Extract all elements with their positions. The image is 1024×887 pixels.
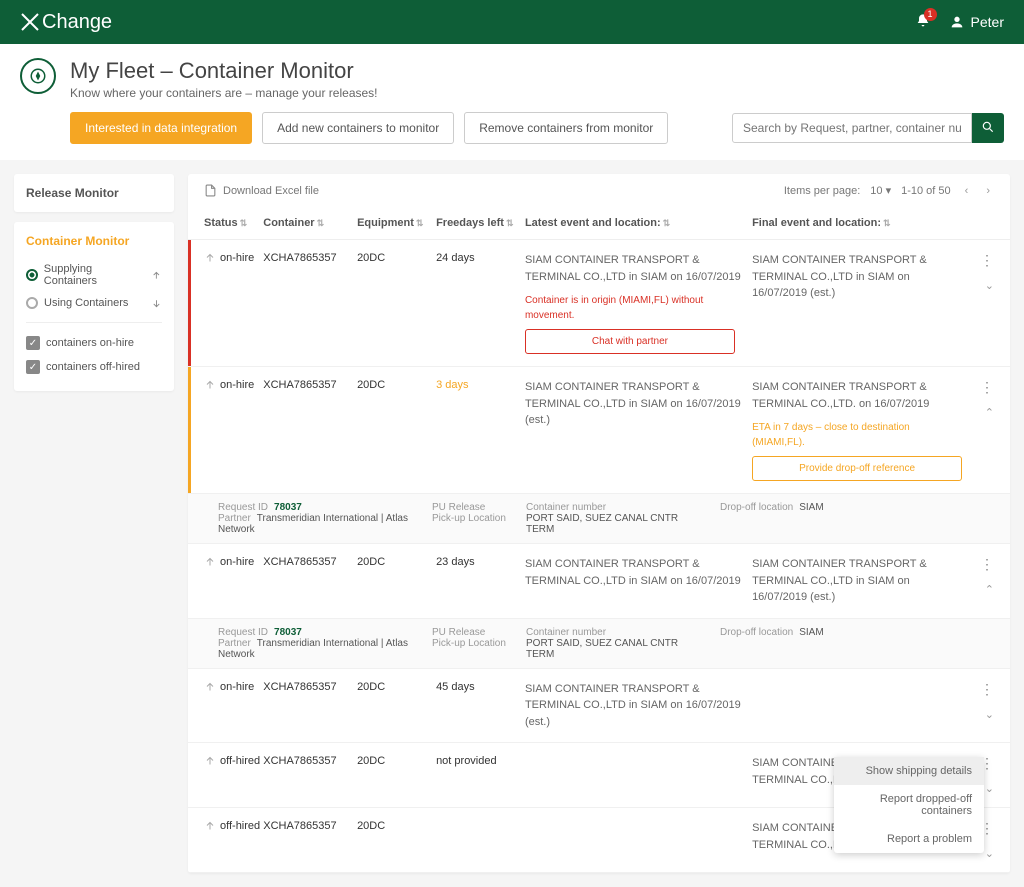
final-event-cell: SIAM CONTAINER TRANSPORT & TERMINAL CO.,… (752, 556, 964, 606)
expand-row-button[interactable]: ⌃ (964, 583, 994, 596)
row-action-button[interactable]: Provide drop-off reference (752, 456, 962, 481)
container-cell: XCHA7865357 (263, 556, 357, 606)
status-header[interactable]: Status⇅ (204, 217, 263, 229)
page-title: My Fleet – Container Monitor (70, 58, 378, 84)
freedays-cell: not provided (436, 755, 525, 795)
status-cell: off-hired (204, 820, 263, 860)
items-per-page-label: Items per page: (784, 185, 860, 197)
offhired-filter[interactable]: ✓ containers off-hired (26, 355, 162, 379)
expand-row-button[interactable]: ⌃ (964, 406, 994, 419)
table-row: on-hire XCHA7865357 20DC 45 days SIAM CO… (188, 669, 1010, 744)
equipment-cell: 20DC (357, 681, 436, 731)
container-cell: XCHA7865357 (263, 820, 357, 860)
data-integration-button[interactable]: Interested in data integration (70, 112, 252, 144)
table-row: on-hire XCHA7865357 20DC 23 days SIAM CO… (188, 544, 1010, 619)
pagination-range: 1-10 of 50 (901, 185, 951, 197)
show-shipping-details-item[interactable]: Show shipping details (834, 757, 984, 785)
equipment-cell: 20DC (357, 820, 436, 860)
notification-bell-icon[interactable]: 1 (915, 13, 931, 32)
radio-off-icon (26, 297, 38, 309)
onhire-filter[interactable]: ✓ containers on-hire (26, 331, 162, 355)
freedays-cell: 23 days (436, 556, 525, 606)
upload-icon (204, 681, 216, 696)
final-event-cell (752, 681, 964, 731)
using-containers-option[interactable]: Using Containers (26, 292, 162, 314)
status-cell: on-hire (204, 379, 263, 481)
table-row: on-hire XCHA7865357 20DC 24 days SIAM CO… (188, 240, 1010, 367)
freedays-cell: 24 days (436, 252, 525, 354)
row-menu-button[interactable]: ⋮ (964, 681, 994, 698)
expand-row-button[interactable]: ⌄ (964, 708, 994, 721)
upload-icon (204, 379, 216, 394)
equipment-cell: 20DC (357, 556, 436, 606)
remove-containers-button[interactable]: Remove containers from monitor (464, 112, 668, 144)
row-action-button[interactable]: Chat with partner (525, 329, 735, 354)
latest-event-cell (525, 820, 752, 860)
freedays-header[interactable]: Freedays left⇅ (436, 217, 525, 229)
next-page-button[interactable]: › (982, 185, 994, 197)
prev-page-button[interactable]: ‹ (961, 185, 973, 197)
expand-row-button[interactable]: ⌄ (964, 279, 994, 292)
status-cell: on-hire (204, 681, 263, 731)
freedays-cell: 3 days (436, 379, 525, 481)
equipment-header[interactable]: Equipment⇅ (357, 217, 436, 229)
latest-event-cell: SIAM CONTAINER TRANSPORT & TERMINAL CO.,… (525, 681, 752, 731)
latest-event-cell: SIAM CONTAINER TRANSPORT & TERMINAL CO.,… (525, 556, 752, 606)
latest-event-cell: SIAM CONTAINER TRANSPORT & TERMINAL CO.,… (525, 379, 752, 481)
search-button[interactable] (972, 113, 1004, 143)
container-header[interactable]: Container⇅ (263, 217, 357, 229)
freedays-cell: 45 days (436, 681, 525, 731)
alert-text: ETA in 7 days – close to destination (MI… (752, 420, 964, 450)
report-dropped-off-item[interactable]: Report dropped-off containers (834, 785, 984, 825)
freedays-cell (436, 820, 525, 860)
row-menu-button[interactable]: ⋮ (964, 556, 994, 573)
upload-icon (204, 556, 216, 571)
radio-on-icon (26, 269, 38, 281)
notification-badge: 1 (924, 8, 937, 21)
container-cell: XCHA7865357 (263, 379, 357, 481)
latest-header[interactable]: Latest event and location:⇅ (525, 217, 752, 229)
table-row: on-hire XCHA7865357 20DC 3 days SIAM CON… (188, 367, 1010, 494)
brand-logo[interactable]: Change (20, 11, 112, 34)
equipment-cell: 20DC (357, 755, 436, 795)
upload-icon (204, 755, 216, 770)
download-excel-link[interactable]: Download Excel file (204, 184, 319, 197)
status-cell: on-hire (204, 556, 263, 606)
final-header[interactable]: Final event and location:⇅ (752, 217, 964, 229)
checkbox-checked-icon: ✓ (26, 360, 40, 374)
checkbox-checked-icon: ✓ (26, 336, 40, 350)
final-event-cell: SIAM CONTAINER TRANSPORT & TERMINAL CO.,… (752, 252, 964, 354)
items-per-page-select[interactable]: 10 ▾ (870, 184, 891, 197)
equipment-cell: 20DC (357, 379, 436, 481)
final-event-cell: SIAM CONTAINER TRANSPORT & TERMINAL CO.,… (752, 379, 964, 481)
container-cell: XCHA7865357 (263, 681, 357, 731)
page-subtitle: Know where your containers are – manage … (70, 86, 378, 100)
latest-event-cell (525, 755, 752, 795)
supplying-containers-option[interactable]: Supplying Containers (26, 258, 162, 292)
container-monitor-nav[interactable]: Container Monitor (26, 234, 162, 248)
compass-icon (20, 58, 56, 94)
latest-event-cell: SIAM CONTAINER TRANSPORT & TERMINAL CO.,… (525, 252, 752, 354)
user-menu[interactable]: Peter (949, 14, 1004, 30)
container-cell: XCHA7865357 (263, 755, 357, 795)
status-cell: on-hire (204, 252, 263, 354)
context-menu: Show shipping details Report dropped-off… (834, 757, 984, 853)
row-menu-button[interactable]: ⋮ (964, 252, 994, 269)
container-cell: XCHA7865357 (263, 252, 357, 354)
add-containers-button[interactable]: Add new containers to monitor (262, 112, 454, 144)
report-problem-item[interactable]: Report a problem (834, 825, 984, 853)
search-input[interactable] (732, 113, 972, 143)
user-name: Peter (971, 14, 1004, 30)
row-details: Request ID78037 PartnerTransmeridian Int… (188, 494, 1010, 544)
status-cell: off-hired (204, 755, 263, 795)
row-details: Request ID78037 PartnerTransmeridian Int… (188, 619, 1010, 669)
table-row: off-hired XCHA7865357 20DC not provided … (188, 743, 1010, 808)
release-monitor-nav[interactable]: Release Monitor (26, 186, 162, 200)
equipment-cell: 20DC (357, 252, 436, 354)
row-menu-button[interactable]: ⋮ (964, 379, 994, 396)
upload-icon (204, 820, 216, 835)
alert-text: Container is in origin (MIAMI,FL) withou… (525, 293, 752, 323)
upload-icon (204, 252, 216, 267)
